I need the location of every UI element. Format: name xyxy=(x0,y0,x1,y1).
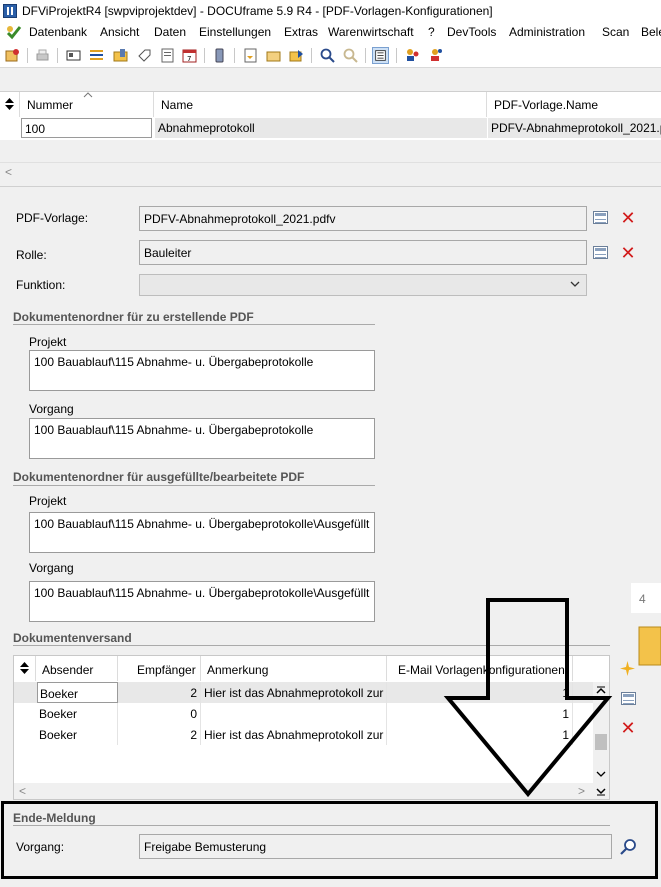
annotation-arrow xyxy=(443,598,613,798)
column-header-anmerkung[interactable]: Anmerkung xyxy=(202,656,387,681)
table-cell-absender[interactable]: Boeker xyxy=(37,703,118,724)
delete-entry-icon[interactable]: ✕ xyxy=(619,719,637,737)
section-title-ende-meldung: Ende-Meldung xyxy=(13,811,96,825)
table-cell-anmerkung[interactable]: Hier ist das Abnahmeprotokoll zur xyxy=(202,724,387,745)
menu-bar: Datenbank Ansicht Daten Einstellungen Ex… xyxy=(0,22,661,43)
projekt-ordner-field-2[interactable]: 100 Bauablauf\115 Abnahme- u. Übergabepr… xyxy=(29,512,375,553)
divider xyxy=(0,186,661,187)
folder-icon[interactable] xyxy=(637,619,661,667)
column-header-absender[interactable]: Absender xyxy=(37,656,118,681)
new-record-icon[interactable] xyxy=(4,47,21,64)
pdf-vorlage-clear-icon[interactable]: ✕ xyxy=(619,209,637,227)
table-cell-anmerkung[interactable]: Hier ist das Abnahmeprotokoll zur xyxy=(202,682,387,703)
folder-icon[interactable] xyxy=(112,47,129,64)
menu-administration[interactable]: Administration xyxy=(509,25,585,39)
menu-datenbank[interactable]: Datenbank xyxy=(29,25,87,39)
row-selector-header[interactable] xyxy=(0,92,20,117)
user-settings-icon[interactable] xyxy=(427,47,444,64)
pdf-vorlage-field[interactable]: PDFV-Abnahmeprotokoll_2021.pdfv xyxy=(139,206,587,231)
ende-vorgang-field[interactable]: Freigabe Bemusterung xyxy=(139,834,612,859)
phone-icon[interactable] xyxy=(211,47,228,64)
scroll-left-icon[interactable]: < xyxy=(5,165,12,179)
rolle-lookup-icon[interactable] xyxy=(593,246,608,259)
menu-daten[interactable]: Daten xyxy=(154,25,186,39)
vorgang-label-1: Vorgang xyxy=(29,402,74,416)
svg-text:7: 7 xyxy=(187,55,191,63)
vorgang-ordner-field-2[interactable]: 100 Bauablauf\115 Abnahme- u. Übergabepr… xyxy=(29,581,375,622)
ende-vorgang-label: Vorgang: xyxy=(16,840,65,854)
export-icon[interactable] xyxy=(288,47,305,64)
form-view-icon[interactable] xyxy=(372,47,389,64)
document-icon[interactable] xyxy=(159,47,176,64)
horizontal-scrollbar[interactable]: < xyxy=(0,162,661,180)
new-entry-icon[interactable] xyxy=(619,660,636,677)
menu-warenwirtschaft[interactable]: Warenwirtschaft xyxy=(328,25,414,39)
sort-ascending-icon xyxy=(83,92,93,98)
rolle-field[interactable]: Bauleiter xyxy=(139,240,587,265)
table-cell-absender[interactable]: Boeker xyxy=(37,724,118,745)
print-icon[interactable] xyxy=(34,47,51,64)
column-header-empfaenger[interactable]: Empfänger xyxy=(119,656,201,681)
table-cell-absender[interactable]: Boeker xyxy=(37,682,118,703)
section-title-versand: Dokumentenversand xyxy=(13,631,132,645)
sort-updown-icon[interactable] xyxy=(3,97,16,111)
import-icon[interactable] xyxy=(242,47,259,64)
search-disabled-icon[interactable] xyxy=(342,47,359,64)
list-icon[interactable] xyxy=(88,47,105,64)
table-cell-empfaenger[interactable]: 0 xyxy=(119,703,201,724)
chevron-down-icon xyxy=(570,281,580,287)
window-title: DFViProjektR4 [swpviprojektdev] - DOCUfr… xyxy=(22,4,493,18)
table-cell-name[interactable]: Abnahmeprotokoll xyxy=(155,118,487,138)
projekt-label-1: Projekt xyxy=(29,335,67,349)
title-bar: DFViProjektR4 [swpviprojektdev] - DOCUfr… xyxy=(0,0,661,22)
menu-einstellungen[interactable]: Einstellungen xyxy=(199,25,271,39)
tag-icon[interactable] xyxy=(136,47,153,64)
table-cell-pdf-vorlage[interactable]: PDFV-Abnahmeprotokoll_2021.p xyxy=(488,118,661,138)
rolle-clear-icon[interactable]: ✕ xyxy=(619,244,637,262)
menu-belege[interactable]: Bele xyxy=(641,25,661,39)
calendar-icon[interactable]: 7 xyxy=(181,47,198,64)
table-cell-anmerkung[interactable] xyxy=(202,703,387,724)
menu-help[interactable]: ? xyxy=(428,25,435,39)
menu-devtools[interactable]: DevTools xyxy=(447,25,496,39)
sort-updown-icon[interactable] xyxy=(18,661,31,675)
funktion-select[interactable] xyxy=(139,274,587,296)
projekt-label-2: Projekt xyxy=(29,494,67,508)
funktion-label: Funktion: xyxy=(16,278,66,292)
vorgang-label-2: Vorgang xyxy=(29,561,74,575)
table-cell-nummer[interactable]: 100 xyxy=(21,118,152,138)
column-header-name[interactable]: Name xyxy=(155,92,487,117)
table-cell-empfaenger[interactable]: 2 xyxy=(119,724,201,745)
scroll-left-icon[interactable]: < xyxy=(19,784,26,798)
users-icon[interactable] xyxy=(404,47,421,64)
pdf-vorlage-label: PDF-Vorlage: xyxy=(16,211,89,225)
row-selector-header[interactable] xyxy=(14,656,36,681)
toolbar: 7 xyxy=(0,43,661,68)
menu-ansicht[interactable]: Ansicht xyxy=(100,25,139,39)
card-icon[interactable] xyxy=(65,47,82,64)
search-icon[interactable] xyxy=(620,838,638,856)
menu-scan[interactable]: Scan xyxy=(602,25,629,39)
section-title-ausgefuellt: Dokumentenordner für ausgefüllte/bearbei… xyxy=(13,470,305,484)
column-header-nummer[interactable]: Nummer xyxy=(21,92,154,117)
pdf-vorlage-lookup-icon[interactable] xyxy=(593,211,608,224)
menu-extras[interactable]: Extras xyxy=(284,25,318,39)
app-icon xyxy=(3,4,17,18)
projekt-ordner-field-1[interactable]: 100 Bauablauf\115 Abnahme- u. Übergabepr… xyxy=(29,350,375,391)
open-folder-icon[interactable] xyxy=(265,47,282,64)
search-icon[interactable] xyxy=(319,47,336,64)
vorgang-ordner-field-1[interactable]: 100 Bauablauf\115 Abnahme- u. Übergabepr… xyxy=(29,418,375,459)
app-menu-icon[interactable] xyxy=(6,25,22,40)
rolle-label: Rolle: xyxy=(16,248,47,262)
section-title-erstellen: Dokumentenordner für zu erstellende PDF xyxy=(13,310,254,324)
edit-entry-icon[interactable] xyxy=(621,692,636,705)
column-header-pdf-vorlage-name[interactable]: PDF-Vorlage.Name xyxy=(488,92,661,117)
side-panel-tab[interactable]: 4 xyxy=(631,583,661,613)
config-list-grid: Nummer Name PDF-Vorlage.Name 100 Abnahme… xyxy=(0,91,661,140)
table-cell-empfaenger[interactable]: 2 xyxy=(119,682,201,703)
